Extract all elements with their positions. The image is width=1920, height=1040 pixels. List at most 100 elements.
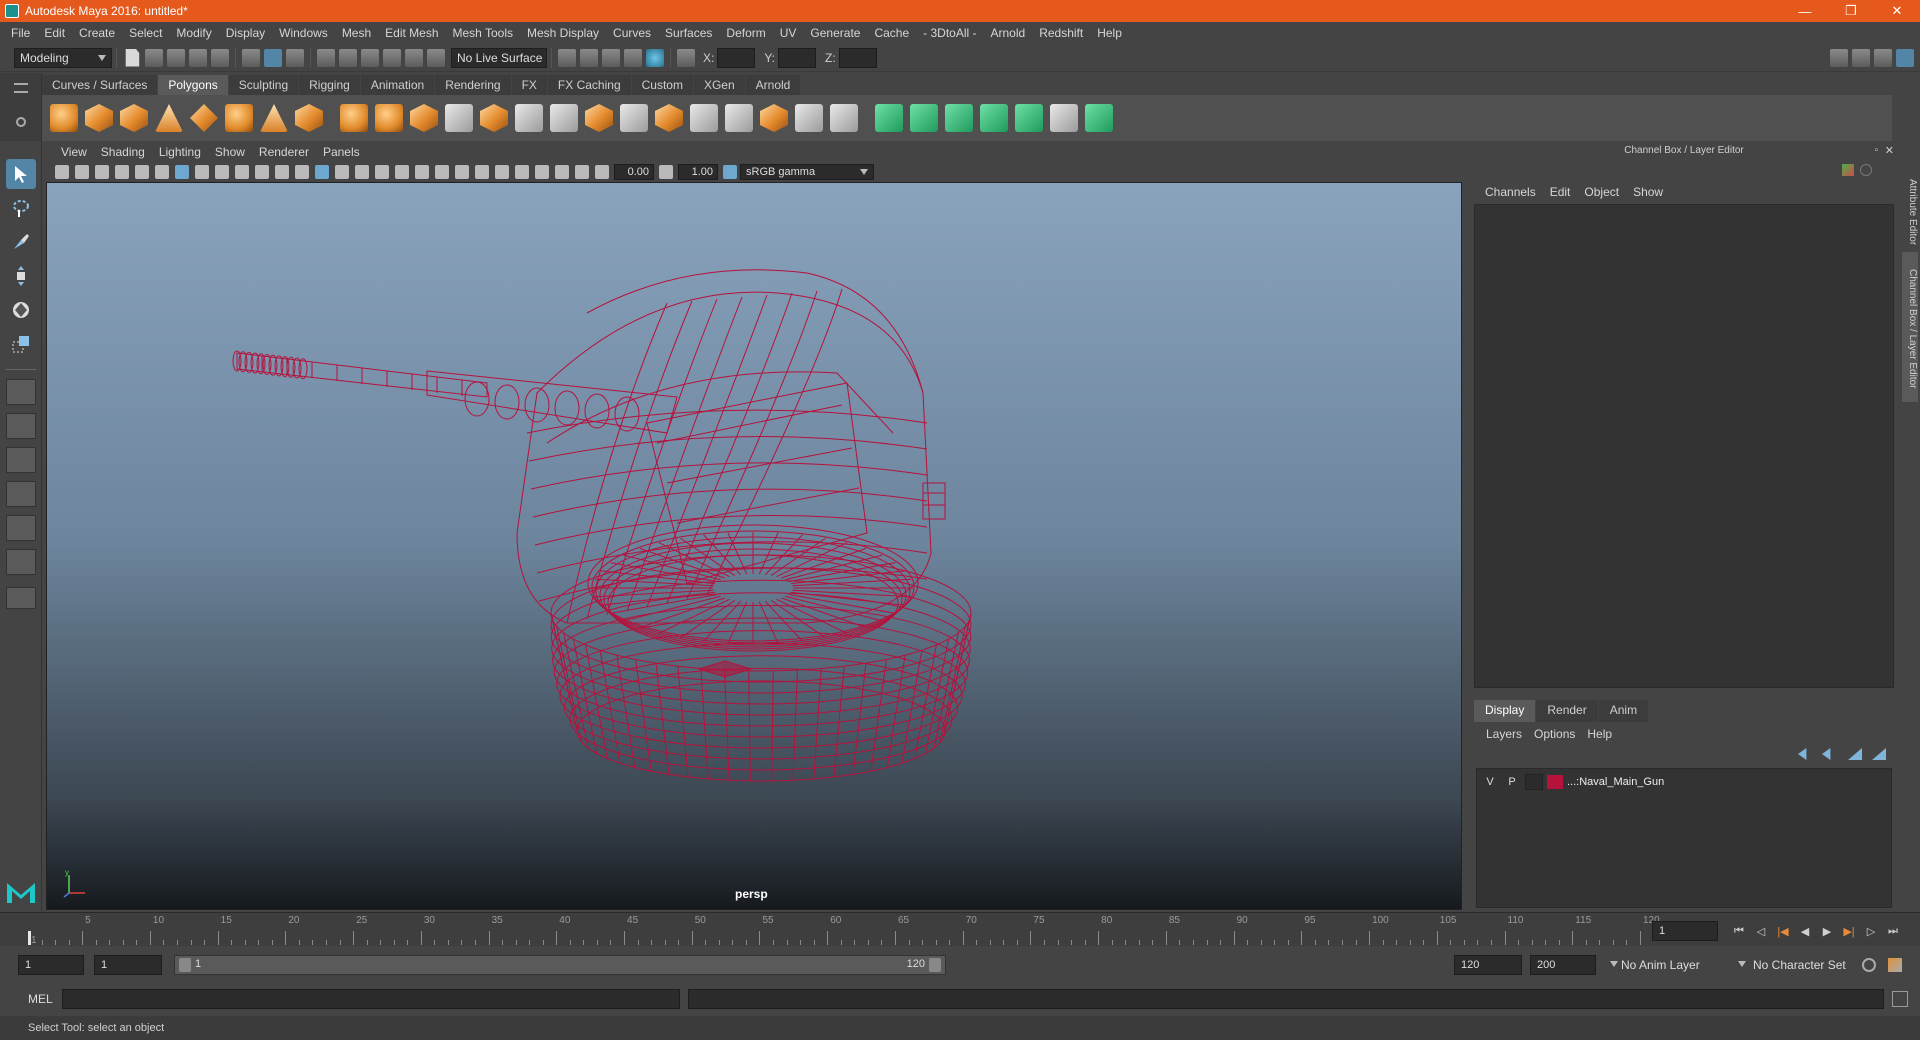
single-pane-layout-button[interactable]: [6, 379, 36, 405]
menu-set-dropdown[interactable]: Modeling: [14, 47, 112, 68]
snap-view-icon[interactable]: [383, 48, 401, 67]
menu-mesh[interactable]: Mesh: [335, 26, 378, 40]
poly-cone-icon[interactable]: [155, 104, 183, 132]
step-forward-frame-button[interactable]: ▶|: [1838, 921, 1860, 941]
menu-help[interactable]: Help: [1090, 26, 1129, 40]
close-panel-icon[interactable]: ✕: [1885, 142, 1894, 160]
motion-blur-icon[interactable]: [475, 165, 489, 179]
use-all-lights-icon[interactable]: [415, 165, 429, 179]
menu-redshift[interactable]: Redshift: [1032, 26, 1090, 40]
animation-start-input[interactable]: 1: [18, 955, 84, 975]
menu-edit-mesh[interactable]: Edit Mesh: [378, 26, 445, 40]
menu-windows[interactable]: Windows: [272, 26, 335, 40]
xray-active-icon[interactable]: [555, 165, 569, 179]
snap-surface-icon[interactable]: [405, 48, 423, 67]
auto-key-icon[interactable]: [1862, 958, 1876, 972]
menu-create[interactable]: Create: [72, 26, 122, 40]
viewport-menu-renderer[interactable]: Renderer: [252, 145, 316, 159]
uv-layout-icon[interactable]: [1085, 104, 1113, 132]
spherical-mapping-icon[interactable]: [980, 104, 1008, 132]
boolean-icon[interactable]: [480, 104, 508, 132]
minimize-button[interactable]: —: [1782, 0, 1828, 22]
live-surface-field[interactable]: No Live Surface: [451, 47, 547, 68]
bridge-icon[interactable]: [620, 104, 648, 132]
layer-playback-toggle[interactable]: P: [1503, 774, 1521, 790]
layers-menu[interactable]: Layers: [1480, 727, 1528, 741]
menu-3dtoall[interactable]: - 3DtoAll -: [916, 26, 983, 40]
scale-tool-button[interactable]: [6, 329, 36, 359]
viewport-menu-panels[interactable]: Panels: [316, 145, 367, 159]
menu-file[interactable]: File: [4, 26, 37, 40]
snap-point-icon[interactable]: [361, 48, 379, 67]
extract-icon[interactable]: [410, 104, 438, 132]
poly-cylinder-icon[interactable]: [120, 104, 148, 132]
step-back-key-button[interactable]: ◁: [1750, 921, 1772, 941]
time-slider-ticks[interactable]: 1 5 10 15 20 25 30 35 40 45 50 55 60 65 70 75 80 85 90 95 10…: [24, 913, 1660, 947]
paint-select-tool-button[interactable]: [6, 227, 36, 257]
shelf-tab-rigging[interactable]: Rigging: [299, 75, 360, 95]
animation-end-input[interactable]: 200: [1530, 955, 1596, 975]
transform-mode-icon[interactable]: [677, 48, 695, 67]
planar-mapping-icon[interactable]: [910, 104, 938, 132]
layer-help-menu[interactable]: Help: [1581, 727, 1618, 741]
step-back-frame-button[interactable]: |◀: [1772, 921, 1794, 941]
viewport-menu-view[interactable]: View: [54, 145, 94, 159]
anim-layer-dropdown[interactable]: No Anim Layer: [1610, 955, 1746, 975]
shelf-tab-xgen[interactable]: XGen: [693, 75, 745, 95]
camera-attributes-icon[interactable]: [75, 165, 89, 179]
range-start-handle[interactable]: [179, 958, 191, 972]
new-empty-layer-icon[interactable]: [1848, 748, 1862, 760]
range-slider[interactable]: 1 120: [174, 955, 946, 975]
range-end-handle[interactable]: [929, 958, 941, 972]
render-frame-icon[interactable]: [558, 48, 576, 67]
append-polygon-icon[interactable]: [690, 104, 718, 132]
select-hierarchy-icon[interactable]: [242, 48, 260, 67]
undo-icon[interactable]: [189, 48, 207, 67]
gamma-icon[interactable]: [659, 165, 673, 179]
grease-pencil-icon[interactable]: [155, 165, 169, 179]
layer-tab-anim[interactable]: Anim: [1598, 700, 1649, 722]
character-set-dropdown[interactable]: No Character Set: [1738, 955, 1878, 975]
current-frame-input[interactable]: 1: [1652, 921, 1718, 941]
channel-box-toggle-icon[interactable]: [1896, 48, 1914, 67]
menu-surfaces[interactable]: Surfaces: [658, 26, 719, 40]
menu-edit[interactable]: Edit: [37, 26, 72, 40]
x-input[interactable]: [717, 47, 756, 68]
select-component-icon[interactable]: [286, 48, 304, 67]
two-pane-vertical-button[interactable]: [6, 447, 36, 473]
bookmarks-icon[interactable]: [95, 165, 109, 179]
rotate-tool-button[interactable]: [6, 295, 36, 325]
move-layer-down-icon[interactable]: [1822, 748, 1831, 760]
layer-visibility-toggle[interactable]: V: [1481, 774, 1499, 790]
channel-show-menu[interactable]: Show: [1626, 185, 1670, 199]
wireframe-on-shaded-icon[interactable]: [375, 165, 389, 179]
y-input[interactable]: [778, 47, 817, 68]
combine-icon[interactable]: [340, 104, 368, 132]
go-to-end-button[interactable]: ⏭: [1882, 921, 1904, 941]
poly-pyramid-icon[interactable]: [260, 104, 288, 132]
menu-uv[interactable]: UV: [773, 26, 804, 40]
lasso-tool-button[interactable]: [6, 193, 36, 223]
hypershade-icon[interactable]: [624, 48, 642, 67]
layer-row[interactable]: V P ...:Naval_Main_Gun: [1477, 773, 1891, 791]
snap-curve-icon[interactable]: [339, 48, 357, 67]
shelf-tab-curves-surfaces[interactable]: Curves / Surfaces: [42, 75, 158, 95]
smooth-icon[interactable]: [445, 104, 473, 132]
mirror-icon[interactable]: [515, 104, 543, 132]
select-tool-button[interactable]: [6, 159, 36, 189]
modeling-toolkit-icon[interactable]: [1830, 48, 1848, 67]
live-surface-icon[interactable]: [427, 48, 445, 67]
safe-action-icon[interactable]: [275, 165, 289, 179]
poly-torus-icon[interactable]: [225, 104, 253, 132]
poly-cube-icon[interactable]: [85, 104, 113, 132]
manipulator-icon[interactable]: [1842, 164, 1854, 176]
channels-menu[interactable]: Channels: [1478, 185, 1543, 199]
shelf-tab-fx[interactable]: FX: [511, 75, 547, 95]
shelf-tab-fx-caching[interactable]: FX Caching: [547, 75, 631, 95]
shelf-menu-icon[interactable]: [14, 83, 28, 93]
menu-arnold[interactable]: Arnold: [984, 26, 1033, 40]
channel-box-body[interactable]: [1474, 204, 1894, 688]
select-object-icon[interactable]: [264, 48, 282, 67]
poly-sphere-icon[interactable]: [50, 104, 78, 132]
time-slider[interactable]: 1 5 10 15 20 25 30 35 40 45 50 55 60 65 70 75 80 85 90 95 10…: [0, 912, 1920, 946]
